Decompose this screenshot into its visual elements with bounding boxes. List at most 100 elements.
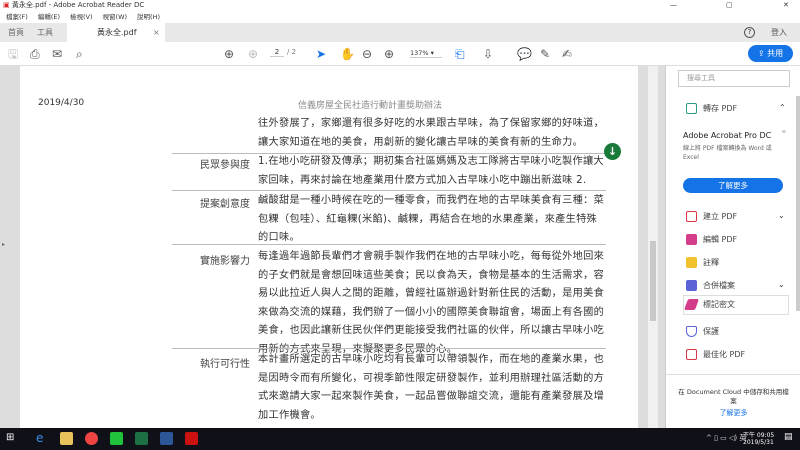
menu-help[interactable]: 說明(H) — [137, 13, 160, 21]
scroll-mode-icon[interactable]: ⇩ — [483, 42, 493, 66]
combine-files-item[interactable]: 合併檔案 — [686, 278, 735, 294]
menu-window[interactable]: 視窗(W) — [103, 13, 128, 21]
protect-item[interactable]: 保護 — [686, 324, 719, 340]
shield-icon — [686, 326, 697, 337]
notification-icon[interactable]: ▤ — [784, 432, 793, 442]
edit-pdf-item[interactable]: 編輯 PDF — [686, 232, 737, 248]
promo-description: 線上將 PDF 檔案轉換為 Word 或 Excel — [683, 145, 772, 161]
minimize-button[interactable]: — — [670, 0, 677, 11]
share-label: 共用 — [767, 49, 784, 58]
chevron-down-icon[interactable]: ⌄ — [778, 280, 785, 289]
menu-file[interactable]: 檔案(F) — [6, 13, 28, 21]
menu-view[interactable]: 檢視(V) — [70, 13, 93, 21]
page-total: / 2 — [287, 48, 297, 56]
highlight-pen-icon[interactable]: ✎ — [540, 42, 550, 66]
acrobat-icon[interactable] — [185, 432, 198, 445]
tab-close-button[interactable]: × — [153, 23, 160, 42]
email-icon[interactable]: ✉ — [52, 42, 62, 66]
excel-icon[interactable] — [135, 432, 148, 445]
export-pdf-label: 轉存 PDF — [703, 104, 738, 113]
table-divider — [172, 244, 606, 245]
panel-scrollbar[interactable] — [796, 96, 800, 311]
close-button[interactable]: ✕ — [783, 0, 789, 11]
combine-files-label: 合併檔案 — [703, 281, 735, 290]
page-down-icon[interactable]: ⊕ — [248, 42, 258, 66]
learn-more-button[interactable]: 了解更多 — [683, 178, 783, 193]
fit-page-icon[interactable]: ⎗ — [455, 42, 465, 66]
cloud-text: 在 Document Cloud 中儲存和共用檔案 — [678, 388, 789, 405]
chevron-down-icon[interactable]: ⌄ — [778, 211, 785, 220]
left-panel-toggle-icon[interactable]: ▸ — [2, 241, 5, 248]
sign-icon[interactable]: ✍ — [562, 42, 572, 66]
file-explorer-icon[interactable] — [60, 432, 73, 445]
system-tray-icons[interactable]: ^ ▯ ▭ ◁) 英 — [706, 433, 746, 443]
create-pdf-label: 建立 PDF — [703, 212, 738, 221]
comment-icon — [686, 257, 697, 268]
save-icon[interactable]: 🖫 — [8, 42, 18, 66]
optimize-pdf-item[interactable]: 最佳化 PDF — [686, 347, 745, 363]
redact-icon — [683, 299, 700, 310]
maximize-button[interactable]: ▢ — [726, 0, 733, 11]
clock-date[interactable]: 2019/5/31 — [743, 439, 774, 446]
zoom-select[interactable]: 137% ▾ — [410, 49, 442, 58]
divider — [666, 374, 800, 375]
toolbar: 🖫 ⎙ ✉ ⌕ ⊕ ⊕ 2 / 2 ➤ ✋ ⊖ ⊕ 137% ▾ ⎗ ⇩ 💬 ✎… — [0, 42, 800, 66]
create-pdf-item[interactable]: 建立 PDF — [686, 209, 737, 225]
page-number-input[interactable]: 2 — [270, 48, 284, 57]
row-text: 1.在地小吃研發及傳承；期初集合社區媽媽及志工隊將古早味小吃製作讓大家回味，再來… — [258, 156, 604, 186]
menu-edit[interactable]: 編輯(E) — [38, 13, 60, 21]
cloud-learn-more-link[interactable]: 了解更多 — [676, 408, 791, 418]
optimize-pdf-icon — [686, 349, 697, 360]
line-icon[interactable] — [110, 432, 123, 445]
document-date: 2019/4/30 — [38, 98, 85, 108]
zoom-in-icon[interactable]: ⊕ — [384, 42, 394, 66]
link-icon: ⚭ — [781, 128, 787, 136]
select-cursor-icon[interactable]: ➤ — [316, 42, 326, 66]
redact-label: 標記密文 — [703, 300, 735, 309]
create-pdf-icon — [686, 211, 697, 222]
scrollbar-thumb[interactable] — [650, 241, 656, 321]
download-arrow-icon[interactable]: ↓ — [604, 143, 621, 160]
row-text: 本計畫所選定的古早味小吃均有長輩可以帶領製作，而在地的產業水果，也是因時令而有所… — [258, 354, 605, 421]
comment-item[interactable]: 註釋 — [686, 255, 719, 271]
row-label: 民眾參與度 — [200, 160, 250, 171]
taskbar: ⊞ e ^ ▯ ▭ ◁) 英 下午 09:05 2019/5/31 ▤ — [0, 428, 800, 450]
tab-home[interactable]: 首頁 — [8, 23, 24, 42]
search-icon[interactable]: ⌕ — [76, 42, 83, 66]
help-button[interactable]: ? — [744, 27, 755, 38]
share-button[interactable]: ⇪ 共用 — [748, 45, 793, 62]
row-label: 提案創意度 — [200, 199, 250, 210]
clock-time[interactable]: 下午 09:05 — [743, 430, 774, 439]
table-divider — [172, 348, 606, 349]
menu-bar: 檔案(F) 編輯(E) 檢視(V) 視窗(W) 說明(H) — [0, 11, 800, 23]
protect-label: 保護 — [703, 327, 719, 336]
tab-document[interactable]: 黃永全.pdf × — [67, 23, 165, 42]
page-up-icon[interactable]: ⊕ — [224, 42, 234, 66]
comment-label: 註釋 — [703, 258, 719, 267]
chrome-icon[interactable] — [85, 432, 98, 445]
tools-panel: 搜尋工具 轉存 PDF ⌃ Adobe Acrobat Pro DC ⚭ 線上將… — [665, 66, 800, 428]
comment-icon[interactable]: 💬 — [517, 42, 532, 66]
vertical-scrollbar[interactable] — [648, 66, 658, 428]
windows-start-icon[interactable]: ⊞ — [6, 432, 14, 443]
tab-tools[interactable]: 工具 — [37, 23, 53, 42]
title-bar: ▣ 黃永全.pdf - Adobe Acrobat Reader DC — ▢ … — [0, 0, 800, 11]
print-icon[interactable]: ⎙ — [30, 42, 40, 66]
login-button[interactable]: 登入 — [771, 23, 787, 42]
zoom-out-icon[interactable]: ⊖ — [362, 42, 372, 66]
zoom-value: 137% — [410, 49, 429, 57]
edge-icon[interactable]: e — [36, 432, 49, 445]
row-label: 執行可行性 — [200, 359, 250, 370]
export-pdf-icon — [686, 103, 697, 114]
intro-text: 往外發展了，家鄉還有很多好吃的水果跟古早味，為了保留家鄉的好味道，讓大家知道在地… — [258, 118, 605, 148]
hand-tool-icon[interactable]: ✋ — [340, 42, 355, 66]
row-text: 鹹酸甜是一種小時候在吃的一種零食，而我們在地的古早味美食有三種：菜包粿（包哇）、… — [258, 195, 605, 243]
search-tools-input[interactable]: 搜尋工具 — [678, 70, 790, 87]
redact-item[interactable]: 標記密文 — [683, 297, 735, 313]
export-pdf-item[interactable]: 轉存 PDF — [686, 101, 737, 117]
word-icon[interactable] — [160, 432, 173, 445]
row-label: 實施影響力 — [200, 256, 250, 267]
table-divider — [172, 190, 606, 191]
chevron-up-icon[interactable]: ⌃ — [779, 103, 786, 112]
pdf-icon: ▣ — [3, 1, 10, 9]
